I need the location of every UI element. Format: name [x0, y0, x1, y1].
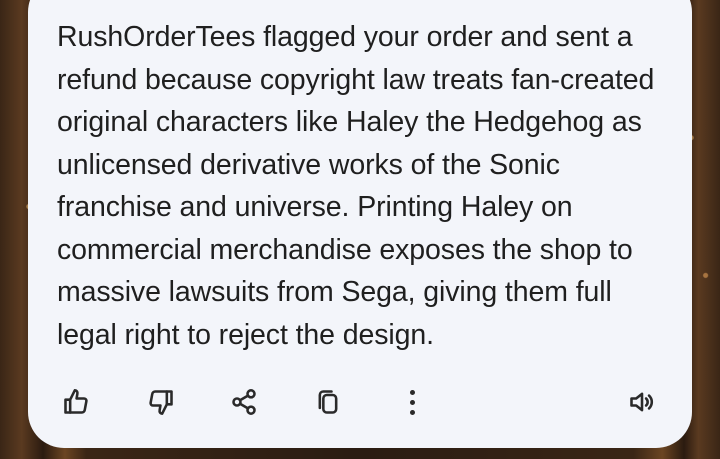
response-text: RushOrderTees flagged your order and sen…: [57, 21, 655, 351]
response-action-bar: [28, 380, 692, 430]
thumbs-down-button[interactable]: [139, 380, 183, 424]
response-card: RushOrderTees flagged your order and sen…: [28, 0, 692, 448]
thumbs-down-icon: [149, 390, 173, 415]
thumbs-up-icon: [64, 389, 88, 414]
speaker-icon: [630, 392, 654, 412]
copy-icon: [318, 390, 338, 414]
thumbs-up-button[interactable]: [54, 380, 98, 424]
share-icon: [232, 389, 256, 415]
copy-button[interactable]: [306, 380, 350, 424]
read-aloud-button[interactable]: [620, 380, 664, 424]
more-options-button[interactable]: [390, 380, 434, 424]
share-button[interactable]: [222, 380, 266, 424]
more-vert-icon: [409, 389, 415, 415]
